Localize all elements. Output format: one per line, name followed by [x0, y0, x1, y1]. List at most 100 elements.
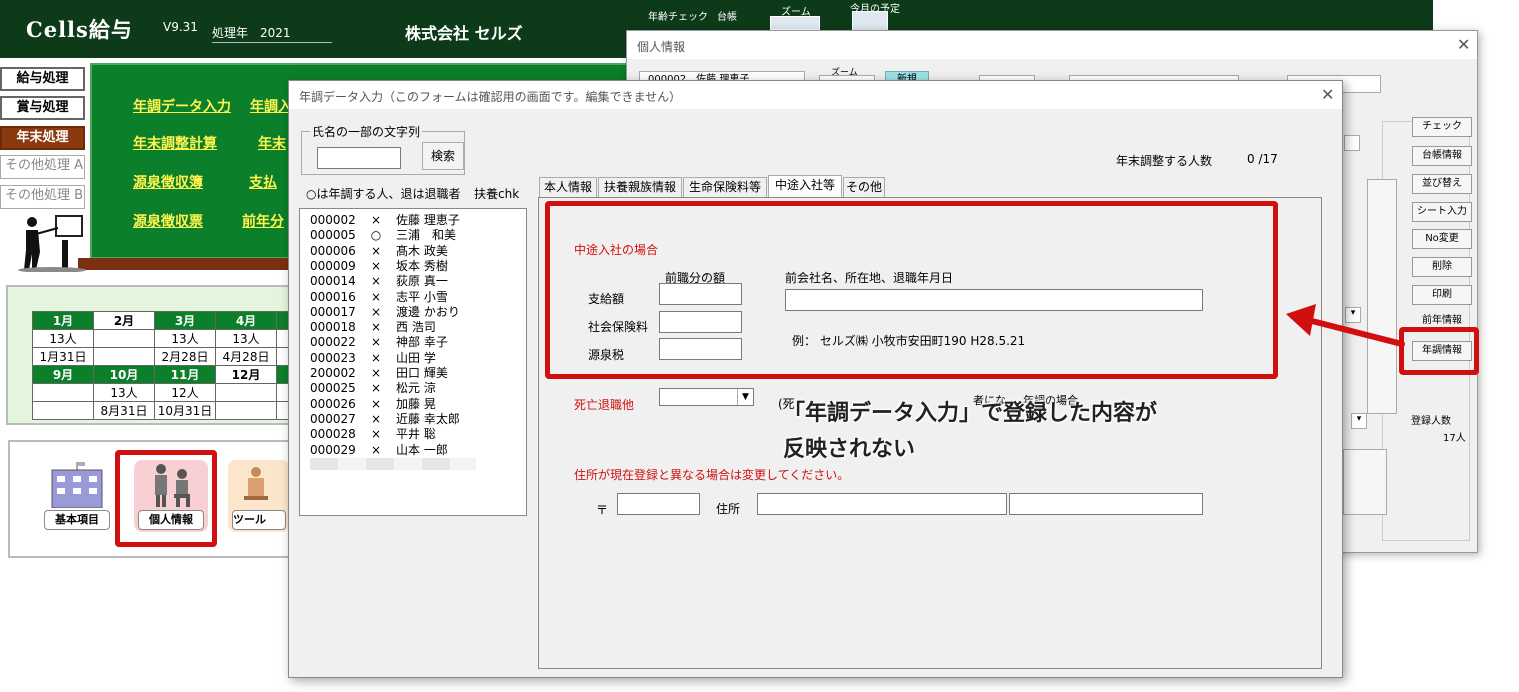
yearend-count-value: 0 /17: [1247, 152, 1278, 166]
basic-items-button[interactable]: 基本項目: [40, 460, 114, 532]
calendar-icon[interactable]: [852, 11, 888, 31]
link-yearend-data-input[interactable]: 年調データ入力: [133, 96, 231, 116]
calendar-month: 10月: [93, 365, 155, 384]
calendar-count: [32, 383, 94, 402]
employee-id: 000014: [310, 274, 356, 289]
calendar-date: 2月28日: [154, 347, 216, 366]
address-input-1[interactable]: [757, 493, 1007, 515]
yearend-menu-button[interactable]: 年末処理: [0, 126, 85, 150]
callout-line-1: 「年調データ入力」で登録した内容が: [783, 401, 1158, 426]
sort-button[interactable]: 並び替え: [1412, 174, 1472, 194]
tool-button[interactable]: ツール: [228, 460, 290, 532]
tab-dependents[interactable]: 扶養親族情報: [598, 177, 682, 197]
zoom-button[interactable]: [770, 16, 820, 30]
tab-personal[interactable]: 本人情報: [539, 177, 597, 197]
postal-input[interactable]: [617, 493, 700, 515]
link-previous-year[interactable]: 前年分: [242, 211, 284, 231]
list-item[interactable]: 000006 × 髙木 政美: [310, 242, 448, 258]
ledger-info-button[interactable]: 台帳情報: [1412, 146, 1472, 166]
list-item[interactable]: 000029 × 山本 一郎: [310, 441, 448, 457]
tab-midyear[interactable]: 中途入社等: [768, 175, 842, 198]
employee-id: 200002: [310, 366, 356, 380]
tool-icon: [244, 467, 268, 500]
list-item[interactable]: 000018 × 西 浩司: [310, 318, 436, 335]
employee-id: 000025: [310, 381, 356, 396]
company-name: 株式会社 セルズ: [405, 24, 523, 43]
sheet-input-button[interactable]: シート入力: [1412, 202, 1472, 222]
chevron-down-icon: ▼: [737, 389, 753, 405]
employee-id: 000026: [310, 396, 356, 411]
list-item[interactable]: 000025 × 松元 涼: [310, 379, 436, 396]
close-icon[interactable]: ✕: [1457, 35, 1470, 54]
address-input-2[interactable]: [1009, 493, 1203, 515]
list-item[interactable]: 000026 × 加藤 晃: [310, 395, 436, 411]
side-fields: [1343, 449, 1387, 515]
link-yearend-2[interactable]: 年末: [258, 133, 286, 153]
age-check-button[interactable]: 年齢チェック: [648, 8, 708, 23]
list-item[interactable]: 000009 × 坂本 秀樹: [310, 257, 448, 273]
employee-id: 000027: [310, 411, 356, 426]
calendar-month: 12月: [215, 365, 277, 384]
search-input[interactable]: [317, 147, 401, 169]
other-b-menu-button[interactable]: その他処理 B: [0, 185, 85, 209]
print-button[interactable]: 印刷: [1412, 285, 1472, 305]
search-group-label: 氏名の一部の文字列: [312, 125, 421, 139]
yearend-mark: ×: [370, 350, 382, 365]
check-button[interactable]: チェック: [1412, 117, 1472, 137]
tab-insurance[interactable]: 生命保険料等: [683, 177, 767, 197]
calendar-count: 13人: [32, 329, 94, 348]
yearend-count-label: 年末調整する人数: [1116, 154, 1213, 168]
calendar-count: 12人: [154, 383, 216, 402]
employee-id: 000005: [310, 228, 356, 243]
yearend-mark: ×: [370, 396, 382, 411]
link-payment[interactable]: 支払: [249, 172, 277, 192]
close-icon[interactable]: ✕: [1321, 85, 1334, 104]
no-change-button[interactable]: No変更: [1412, 229, 1472, 249]
field-box[interactable]: [1344, 135, 1360, 151]
yearend-mark: ×: [370, 366, 382, 380]
basic-items-label: 基本項目: [44, 510, 110, 530]
list-item[interactable]: 200002 × 田口 輝美: [310, 364, 448, 380]
list-item[interactable]: 000014 × 荻原 真一: [310, 272, 448, 289]
other-a-menu-button[interactable]: その他処理 A: [0, 155, 85, 179]
employee-id: 000022: [310, 335, 356, 350]
delete-button[interactable]: 削除: [1412, 257, 1472, 277]
link-withholding-slip[interactable]: 源泉徴収票: [133, 211, 203, 231]
employee-id: 000009: [310, 258, 356, 273]
list-item[interactable]: 000022 × 神部 幸子: [310, 333, 448, 350]
employee-list[interactable]: 000002 × 佐藤 理恵子 000005 ○ 三浦 和美 000006 × 髙木 政美 000…: [299, 208, 527, 516]
bonus-menu-button[interactable]: 賞与処理: [0, 96, 85, 120]
link-yearend-input-2[interactable]: 年調入: [250, 96, 292, 116]
calendar-month: 2月: [93, 311, 155, 330]
yearend-mark: ○: [370, 228, 382, 243]
calendar-month: 11月: [154, 365, 216, 384]
tool-label: ツール: [232, 510, 286, 530]
employee-id: 000017: [310, 304, 356, 319]
death-retirement-select[interactable]: ▼: [659, 388, 754, 406]
ledger-button[interactable]: 台帳: [717, 8, 737, 23]
tab-other[interactable]: その他: [843, 177, 885, 197]
postal-label: 〒: [596, 503, 609, 517]
salary-menu-button[interactable]: 給与処理: [0, 67, 85, 91]
chevron-down-icon[interactable]: ▾: [1351, 413, 1367, 429]
list-item[interactable]: 000005 ○ 三浦 和美: [310, 226, 456, 243]
yearend-mark: ×: [370, 427, 382, 442]
link-withholding-book[interactable]: 源泉徴収簿: [133, 172, 203, 192]
yearend-mark: ×: [370, 335, 382, 350]
list-item[interactable]: 000002 × 佐藤 理恵子: [310, 211, 460, 227]
search-button[interactable]: 検索: [422, 142, 464, 170]
list-item[interactable]: 000017 × 渡邊 かおり: [310, 303, 460, 319]
list-item[interactable]: 000023 × 山田 学: [310, 349, 436, 365]
list-item[interactable]: 000028 × 平井 聡: [310, 425, 436, 442]
form-title: 年調データ入力（このフォームは確認用の画面です。編集できません）: [299, 90, 682, 104]
building-icon: [51, 462, 103, 508]
list-item[interactable]: 000016 × 志平 小雪: [310, 288, 448, 304]
yearend-mark: ×: [370, 320, 382, 335]
calendar-date: 1月31日: [32, 347, 94, 366]
yearend-mark: ×: [370, 304, 382, 319]
list-item[interactable]: 000027 × 近藤 幸太郎: [310, 410, 460, 426]
calendar-date: [93, 347, 155, 366]
employee-id: 000016: [310, 289, 356, 304]
link-yearend-calc[interactable]: 年末調整計算: [133, 133, 217, 153]
calendar-date: [32, 401, 94, 420]
